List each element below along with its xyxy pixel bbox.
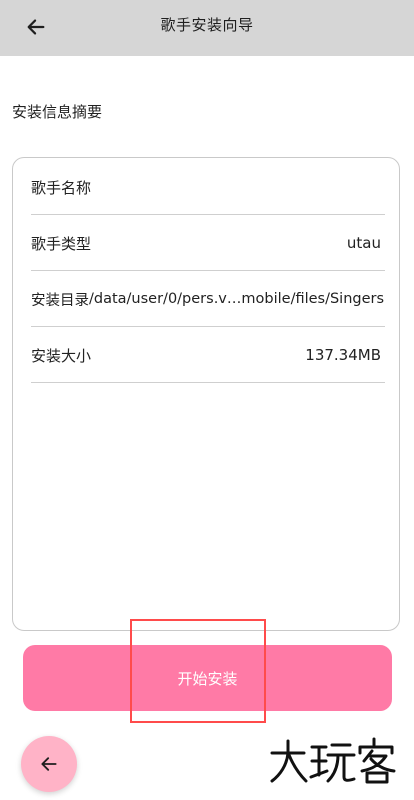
row-value: 137.34MB bbox=[305, 346, 381, 364]
row-key: 安装大小 bbox=[31, 346, 92, 365]
floating-back-button[interactable] bbox=[21, 736, 77, 792]
row-key: 安装目录 bbox=[31, 292, 89, 309]
watermark-logo bbox=[270, 737, 396, 784]
summary-card: 歌手名称 歌手类型 utau 安装目录 /data/user/0/pers.v…… bbox=[12, 157, 400, 631]
row-key: 歌手名称 bbox=[31, 178, 92, 197]
row-value: utau bbox=[346, 234, 381, 252]
start-install-button[interactable]: 开始安装 bbox=[23, 645, 392, 711]
row-value: /data/user/0/pers.v…mobile/files/Singers bbox=[89, 291, 385, 307]
page-title: 歌手安装向导 bbox=[160, 15, 254, 34]
app-bar: 歌手安装向导 bbox=[0, 0, 414, 56]
section-label: 安装信息摘要 bbox=[12, 103, 103, 121]
info-row-singer-name: 歌手名称 bbox=[31, 159, 381, 215]
info-row-singer-type: 歌手类型 utau bbox=[31, 215, 381, 271]
divider bbox=[31, 382, 385, 383]
arrow-left-icon bbox=[41, 757, 57, 771]
info-row-install-dir: 安装目录 /data/user/0/pers.v…mobile/files/Si… bbox=[31, 271, 385, 327]
info-row-install-size: 安装大小 137.34MB bbox=[31, 327, 381, 383]
page: 歌手安装向导 安装信息摘要 歌手名称 歌手类型 utau 安装目录 /data/… bbox=[0, 0, 414, 800]
row-key: 歌手类型 bbox=[31, 234, 92, 253]
